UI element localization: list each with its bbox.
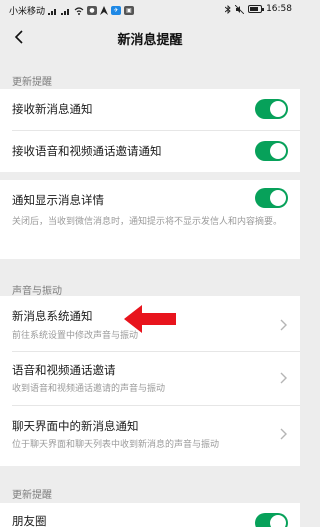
row-description: 位于聊天界面和聊天列表中收到新消息的声音与振动 [12, 440, 220, 450]
page-title: 新消息提醒 [117, 33, 183, 48]
section-header-sound-vibration: 声音与振动 [12, 286, 62, 297]
battery-icon [248, 5, 265, 13]
section-header-updates-2: 更新提醒 [12, 490, 52, 501]
row-description: 收到语音和视频通话邀请的声音与振动 [12, 384, 166, 394]
show-details-toggle[interactable] [255, 188, 288, 208]
bluetooth-icon [225, 4, 231, 14]
group-show-details: 通知显示消息详情 关闭后，当收到微信消息时，通知提示将不显示发信人和内容摘要。 [0, 180, 300, 259]
signal-2-icon [61, 8, 70, 15]
nav-bar: 新消息提醒 [0, 18, 300, 56]
row-label: 接收语音和视频通话邀请通知 [12, 144, 162, 158]
moments-toggle[interactable] [255, 513, 288, 527]
status-bar: 小米移动 ● ✈ ▣ 16:58 [0, 0, 300, 18]
group-message-notify: 接收新消息通知 接收语音和视频通话邀请通知 [0, 89, 300, 172]
location-icon [100, 6, 109, 15]
toggle-knob [270, 101, 286, 117]
row-label: 接收新消息通知 [12, 102, 93, 116]
row-moments[interactable]: 朋友圈 [0, 503, 300, 527]
row-label: 通知显示消息详情 [12, 193, 104, 207]
row-receive-voice-video[interactable]: 接收语音和视频通话邀请通知 [0, 131, 300, 172]
carrier-label: 小米移动 [9, 7, 46, 17]
row-label: 语音和视频通话邀请 [12, 363, 116, 377]
chevron-right-icon [280, 372, 287, 384]
row-label: 朋友圈 [12, 514, 47, 527]
row-chat-notify[interactable]: 聊天界面中的新消息通知 位于聊天界面和聊天列表中收到新消息的声音与振动 [0, 406, 300, 466]
row-label: 新消息系统通知 [12, 309, 93, 323]
toggle-knob [270, 143, 286, 159]
row-show-details[interactable]: 通知显示消息详情 关闭后，当收到微信消息时，通知提示将不显示发信人和内容摘要。 [0, 180, 300, 259]
red-arrow-annotation [124, 305, 176, 333]
chevron-right-icon [280, 428, 287, 440]
row-receive-new[interactable]: 接收新消息通知 [0, 89, 300, 130]
row-description: 关闭后，当收到微信消息时，通知提示将不显示发信人和内容摘要。 [12, 217, 283, 227]
chevron-right-icon [280, 319, 287, 331]
group-moments: 朋友圈 [0, 503, 300, 527]
app-notification-2-icon: ▣ [124, 6, 135, 15]
notification-badge-icon: ● [87, 6, 98, 15]
mute-icon [235, 4, 245, 14]
clock: 16:58 [266, 4, 292, 14]
row-call-invite[interactable]: 语音和视频通话邀请 收到语音和视频通话邀请的声音与振动 [0, 352, 300, 405]
wifi-icon [74, 6, 84, 15]
signal-icon [48, 8, 57, 15]
toggle-knob [270, 515, 286, 527]
app-notification-icon: ✈ [111, 6, 122, 15]
row-label: 聊天界面中的新消息通知 [12, 419, 139, 433]
toggle-knob [270, 190, 286, 206]
receive-new-toggle[interactable] [255, 99, 288, 119]
section-header-updates: 更新提醒 [12, 77, 52, 88]
receive-voice-video-toggle[interactable] [255, 141, 288, 161]
